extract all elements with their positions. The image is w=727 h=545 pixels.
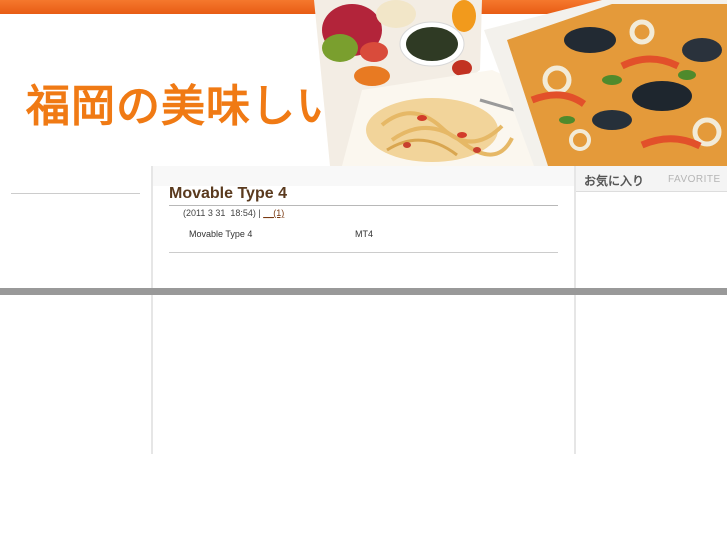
post-meta: (2011 3 31 18:54) | __(1)	[183, 208, 284, 218]
right-sidebar: お気に入り FAVORITE	[576, 166, 727, 288]
entry-text: Movable Type 4	[189, 229, 253, 239]
site-header: 福岡の美味しいお店	[0, 0, 727, 166]
comments-link[interactable]: __(1)	[263, 208, 284, 218]
favorites-subheading: FAVORITE	[668, 174, 721, 185]
left-sidebar-divider	[11, 193, 140, 194]
favorites-heading: お気に入り	[584, 174, 645, 188]
post-title-rule	[169, 205, 558, 206]
left-sidebar	[0, 166, 152, 454]
post-title[interactable]: Movable Type 4	[169, 185, 287, 203]
favorites-header: お気に入り FAVORITE	[576, 166, 727, 192]
post-footer-rule	[169, 252, 558, 253]
content-bottom-band	[0, 288, 727, 295]
post-date: (2011 3 31 18:54) |	[183, 208, 264, 218]
entry-tag: MT4	[355, 229, 373, 239]
main-top-band	[153, 166, 574, 186]
food-photo-collage	[314, 0, 727, 166]
main-content: Movable Type 4 (2011 3 31 18:54) | __(1)…	[153, 166, 574, 288]
